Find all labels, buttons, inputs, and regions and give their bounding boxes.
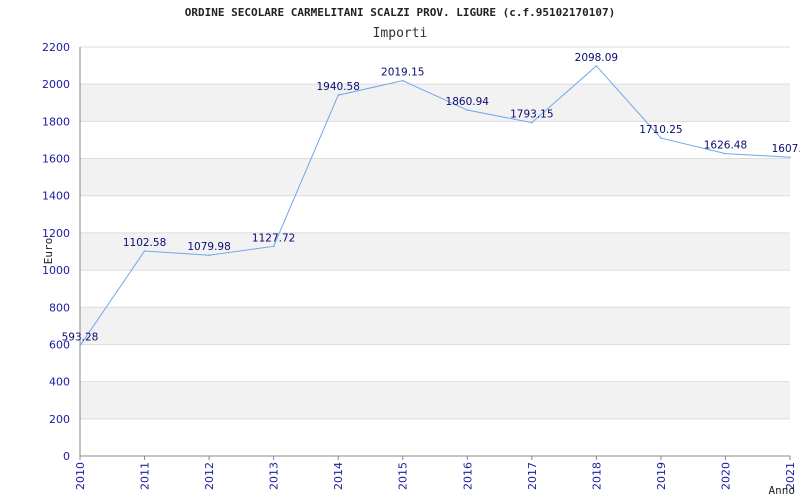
y-tick-label: 2200 — [42, 41, 70, 54]
y-tick-label: 1400 — [42, 190, 70, 203]
data-point — [143, 250, 146, 252]
data-label: 1860.94 — [446, 96, 490, 108]
data-point — [401, 79, 404, 82]
x-ticks: 2010 2011 2012 2013 2014 2015 2016 2017 2018 2019… — [74, 456, 797, 490]
x-tick-label: 2014 — [332, 462, 345, 490]
data-label: 2019.15 — [381, 67, 424, 79]
data-point — [337, 94, 339, 97]
y-tick-label: 400 — [49, 376, 70, 389]
data-point — [79, 344, 81, 347]
x-tick-label: 2010 — [74, 462, 87, 490]
line-chart: 0200400600800100012001400160018002000220… — [42, 6, 800, 497]
x-tick-label: 2013 — [268, 462, 281, 490]
y-tick-label: 800 — [49, 301, 70, 314]
x-tick-label: 2016 — [461, 462, 474, 490]
data-label: 1710.25 — [639, 124, 682, 136]
y-axis-label: Euro — [42, 238, 55, 265]
x-tick-label: 2020 — [719, 462, 732, 490]
y-tick-label: 0 — [63, 450, 70, 463]
chart-container: 0 200 400 600 800 1000 1200 1400 1600 1800 2000 220… — [0, 0, 800, 500]
data-point — [531, 121, 533, 124]
data-label: 1607.0 — [772, 143, 800, 155]
chart-subtitle: Importi — [373, 26, 428, 41]
y-tick-label: 1000 — [42, 264, 70, 277]
data-label: 1940.58 — [316, 81, 359, 93]
data-point — [595, 65, 598, 67]
data-label: 1626.48 — [704, 140, 747, 152]
y-tick-label: 1800 — [42, 115, 70, 128]
data-label: 2098.09 — [575, 52, 618, 64]
y-tick-label: 1600 — [42, 153, 70, 166]
data-point — [724, 152, 727, 155]
x-tick-label: 2015 — [397, 462, 410, 490]
chart-title: ORDINE SECOLARE CARMELITANI SCALZI PROV.… — [185, 6, 615, 19]
data-label: 1793.15 — [510, 109, 553, 121]
x-tick-label: 2018 — [590, 462, 603, 490]
y-tick-label: 2000 — [42, 78, 70, 91]
data-label: 1079.98 — [187, 241, 230, 253]
plot-band — [80, 381, 790, 419]
x-tick-label: 2017 — [526, 462, 539, 490]
plot-band — [80, 307, 790, 345]
plot-band — [80, 158, 790, 196]
data-label: 593.28 — [62, 332, 99, 344]
data-point — [660, 137, 662, 139]
data-point — [789, 156, 791, 159]
y-tick-label: 200 — [49, 413, 70, 426]
data-label: 1102.58 — [123, 237, 166, 249]
plot-band — [80, 84, 790, 122]
x-axis-label: Anno — [769, 484, 796, 497]
data-point — [272, 245, 275, 248]
data-point — [208, 254, 210, 257]
x-tick-label: 2012 — [203, 462, 216, 490]
data-label: 1127.72 — [252, 232, 295, 244]
x-tick-label: 2011 — [139, 462, 152, 490]
x-tick-label: 2019 — [655, 462, 668, 490]
data-point — [466, 109, 469, 111]
